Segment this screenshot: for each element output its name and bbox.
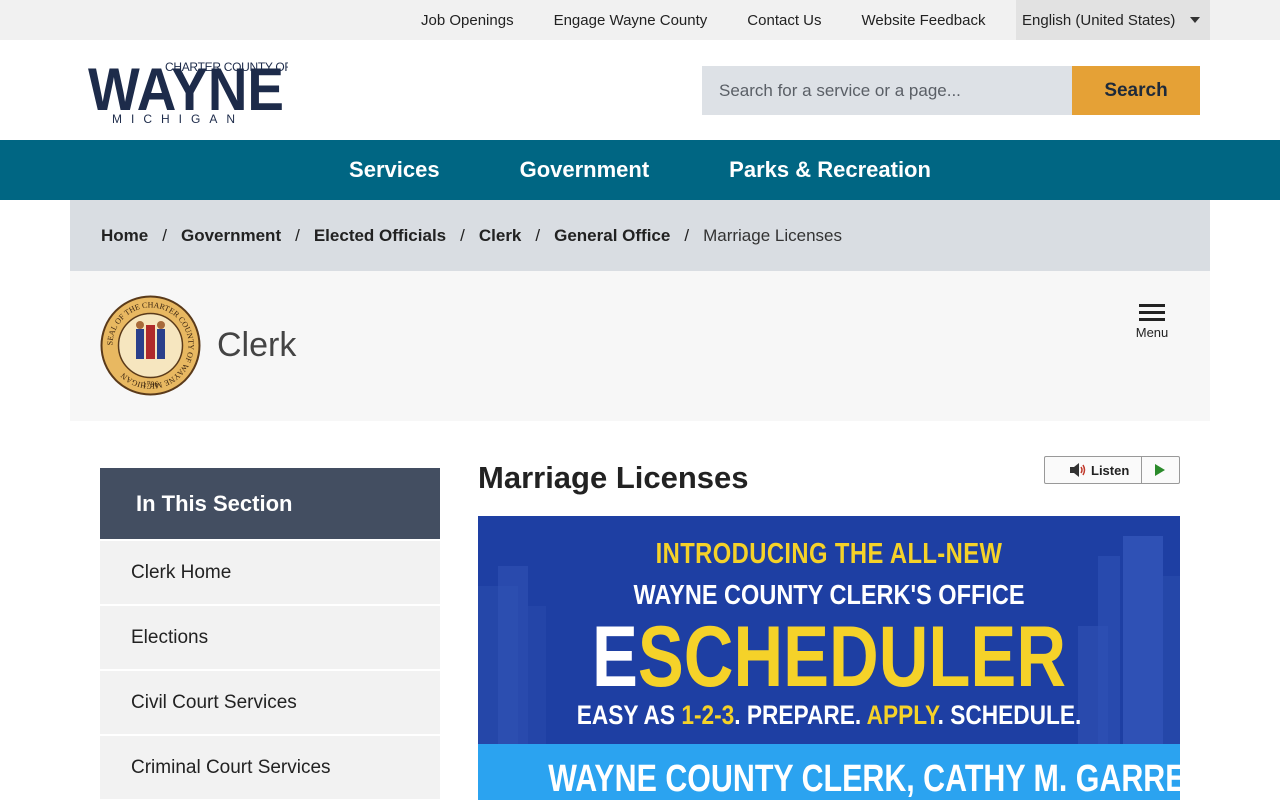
menu-label: Menu bbox=[1135, 325, 1169, 340]
breadcrumb-general-office[interactable]: General Office bbox=[554, 226, 670, 246]
site-header: CHARTER COUNTY OF WAYNE MICHIGAN Search bbox=[0, 40, 1280, 140]
breadcrumb-separator: / bbox=[684, 225, 690, 245]
banner-line-steps: EASY AS 1-2-3. PREPARE. APPLY. SCHEDULE. bbox=[534, 700, 1124, 731]
nav-parks-recreation[interactable]: Parks & Recreation bbox=[729, 157, 931, 183]
breadcrumb-separator: / bbox=[162, 225, 167, 245]
banner-steps-c: . PREPARE. bbox=[734, 700, 867, 730]
play-icon[interactable] bbox=[1155, 464, 1165, 476]
search-input[interactable] bbox=[702, 66, 1072, 115]
website-feedback-link[interactable]: Website Feedback bbox=[862, 12, 986, 29]
banner-steps-a: EASY AS bbox=[576, 700, 682, 730]
caret-down-icon bbox=[1190, 17, 1200, 23]
banner-e-letter: E bbox=[591, 609, 638, 705]
language-select[interactable]: English (United States) bbox=[1016, 0, 1210, 40]
nav-government[interactable]: Government bbox=[520, 157, 650, 183]
department-title: Clerk bbox=[217, 326, 297, 364]
sidebar-item-clerk-home[interactable]: Clerk Home bbox=[100, 541, 440, 604]
banner-line-escheduler: ESCHEDULER bbox=[548, 612, 1110, 702]
hamburger-icon bbox=[1139, 311, 1165, 314]
listen-divider bbox=[1141, 457, 1142, 483]
utility-bar: Job Openings Engage Wayne County Contact… bbox=[0, 0, 1280, 40]
banner-steps-e: . SCHEDULE. bbox=[937, 700, 1082, 730]
sidebar-item-civil-court-services[interactable]: Civil Court Services bbox=[100, 671, 440, 734]
search-button[interactable]: Search bbox=[1072, 66, 1200, 115]
banner-steps-d: APPLY bbox=[866, 700, 938, 730]
speaker-icon bbox=[1070, 463, 1086, 477]
engage-wayne-county-link[interactable]: Engage Wayne County bbox=[554, 12, 708, 29]
banner-steps-b: 1-2-3 bbox=[681, 700, 735, 730]
listen-button[interactable]: Listen bbox=[1044, 456, 1180, 484]
department-header: SEAL OF THE CHARTER COUNTY OF WAYNE MICH… bbox=[70, 271, 1210, 421]
breadcrumb-separator: / bbox=[535, 225, 541, 245]
main-nav: Services Government Parks & Recreation bbox=[0, 140, 1280, 200]
hamburger-icon bbox=[1139, 318, 1165, 321]
menu-toggle-button[interactable]: Menu bbox=[1132, 304, 1172, 348]
job-openings-link[interactable]: Job Openings bbox=[421, 12, 514, 29]
hamburger-icon bbox=[1139, 304, 1165, 307]
language-value: English (United States) bbox=[1022, 11, 1176, 29]
banner-scheduler-word: SCHEDULER bbox=[637, 609, 1067, 705]
sidebar-item-criminal-court-services[interactable]: Criminal Court Services bbox=[100, 736, 440, 799]
nav-services[interactable]: Services bbox=[349, 157, 440, 183]
listen-label: Listen bbox=[1091, 462, 1130, 478]
section-sidebar: In This Section Clerk Home Elections Civ… bbox=[100, 468, 440, 799]
sidebar-item-elections[interactable]: Elections bbox=[100, 606, 440, 669]
breadcrumb: Home / Government / Elected Officials / … bbox=[70, 200, 1210, 271]
breadcrumb-home[interactable]: Home bbox=[101, 226, 148, 246]
banner-line-intro: INTRODUCING THE ALL-NEW bbox=[655, 538, 1003, 570]
breadcrumb-separator: / bbox=[295, 225, 300, 245]
utility-links: Job Openings Engage Wayne County Contact… bbox=[401, 0, 1005, 40]
breadcrumb-elected-officials[interactable]: Elected Officials bbox=[314, 226, 446, 246]
breadcrumb-government[interactable]: Government bbox=[181, 226, 281, 246]
banner-line-office: WAYNE COUNTY CLERK'S OFFICE bbox=[633, 579, 1025, 610]
logo-state: MICHIGAN bbox=[112, 112, 244, 126]
page-title: Marriage Licenses bbox=[478, 460, 749, 495]
breadcrumb-current: Marriage Licenses bbox=[703, 225, 842, 245]
breadcrumb-separator: / bbox=[460, 225, 465, 245]
county-seal-icon: SEAL OF THE CHARTER COUNTY OF WAYNE MICH… bbox=[100, 295, 201, 396]
breadcrumb-clerk[interactable]: Clerk bbox=[479, 226, 522, 246]
sidebar-heading: In This Section bbox=[100, 468, 440, 539]
banner-line-clerk-name: WAYNE COUNTY CLERK, CATHY M. GARRETT bbox=[548, 758, 1180, 800]
seal-year: 1796 bbox=[143, 380, 159, 389]
contact-us-link[interactable]: Contact Us bbox=[747, 12, 821, 29]
escheduler-banner[interactable]: INTRODUCING THE ALL-NEW WAYNE COUNTY CLE… bbox=[478, 516, 1180, 800]
wayne-county-logo[interactable]: CHARTER COUNTY OF WAYNE MICHIGAN bbox=[88, 56, 288, 126]
